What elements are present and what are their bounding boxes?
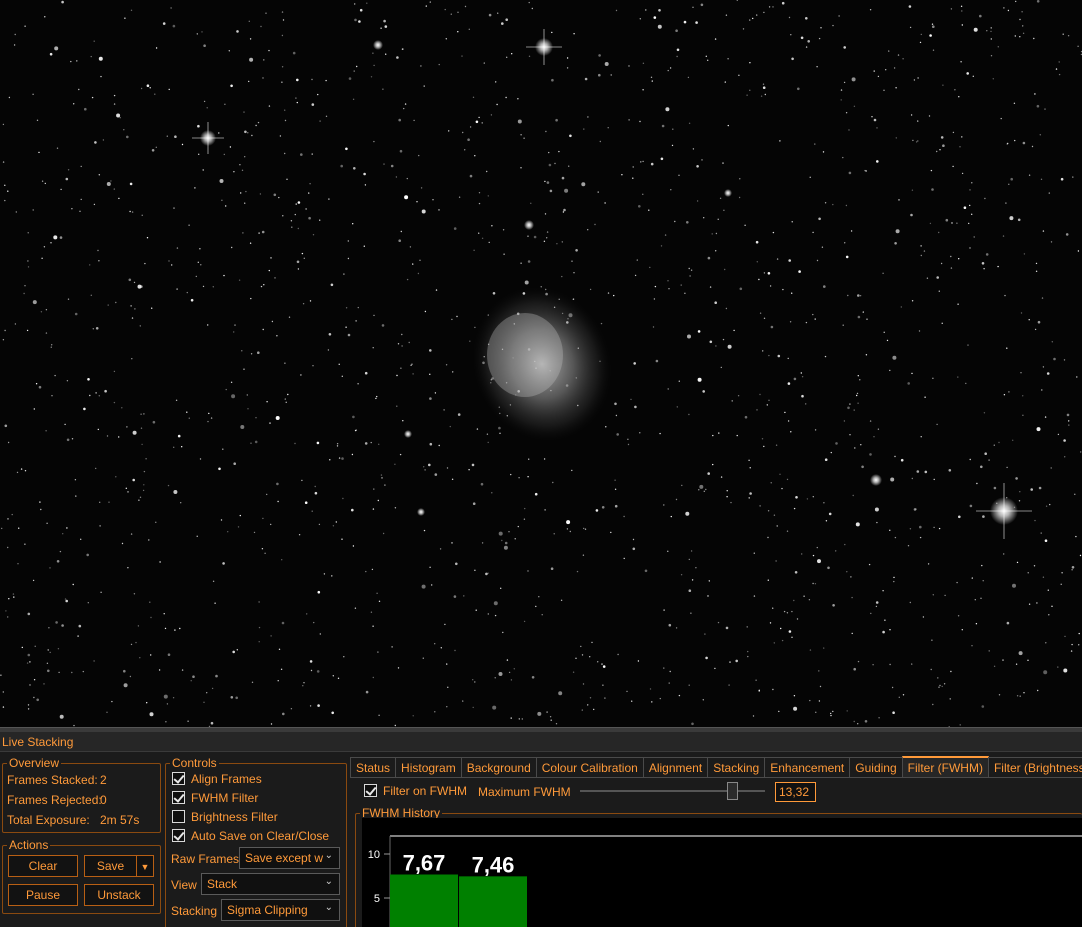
total-exposure-label: Total Exposure: xyxy=(7,813,90,827)
maximum-fwhm-input[interactable]: 13,32 xyxy=(775,782,816,802)
stacked-image-viewport[interactable] xyxy=(0,0,1082,727)
chevron-down-icon: ⌄ xyxy=(324,902,333,913)
fwhm-bar-value-label: 7,67 xyxy=(403,851,446,876)
fwhm-bar xyxy=(459,876,527,927)
tab-guiding[interactable]: Guiding xyxy=(849,757,903,777)
frames-stacked-value: 2 xyxy=(100,773,107,787)
save-dropdown-button[interactable]: ▼ xyxy=(136,855,154,877)
fwhm-history-chart: 10 5 7,67 7,46 xyxy=(362,818,1082,927)
align-frames-label: Align Frames xyxy=(191,772,262,786)
checkbox-icon[interactable] xyxy=(172,829,185,842)
maximum-fwhm-label: Maximum FWHM xyxy=(478,785,571,799)
filter-on-fwhm-label: Filter on FWHM xyxy=(383,784,467,798)
filter-on-fwhm-checkbox[interactable]: Filter on FWHM xyxy=(364,784,467,798)
unstack-button[interactable]: Unstack xyxy=(84,884,154,906)
panel-title: Live Stacking xyxy=(0,732,1082,752)
tab-colour-calibration[interactable]: Colour Calibration xyxy=(535,757,644,777)
tab-alignment[interactable]: Alignment xyxy=(642,757,709,777)
controls-legend: Controls xyxy=(172,756,217,770)
tab-filter-brightness[interactable]: Filter (Brightness xyxy=(987,757,1082,777)
frames-rejected-label: Frames Rejected: xyxy=(7,793,102,807)
align-frames-checkbox[interactable]: Align Frames xyxy=(172,772,262,786)
tab-status[interactable]: Status xyxy=(350,757,397,777)
fwhm-bar-value-label: 7,46 xyxy=(472,852,515,877)
tab-filter-fwhm[interactable]: Filter (FWHM) xyxy=(901,756,989,777)
total-exposure-value: 2m 57s xyxy=(100,813,140,827)
pause-button[interactable]: Pause xyxy=(8,884,78,906)
raw-frames-select[interactable]: Save except w ⌄ xyxy=(239,847,340,869)
auto-save-label: Auto Save on Clear/Close xyxy=(191,829,330,843)
stacking-value: Sigma Clipping xyxy=(227,903,308,917)
brightness-filter-label: Brightness Filter xyxy=(191,810,278,824)
star-field-image xyxy=(0,0,1082,727)
chevron-down-icon: ⌄ xyxy=(324,876,333,887)
auto-save-checkbox[interactable]: Auto Save on Clear/Close xyxy=(172,829,329,843)
view-select[interactable]: Stack ⌄ xyxy=(201,873,340,895)
clear-button[interactable]: Clear xyxy=(8,855,78,877)
fwhm-filter-label: FWHM Filter xyxy=(191,791,259,805)
frames-stacked-label: Frames Stacked: xyxy=(7,773,98,787)
raw-frames-value: Save except w xyxy=(245,851,324,865)
checkbox-icon[interactable] xyxy=(172,810,185,823)
tab-histogram[interactable]: Histogram xyxy=(395,757,462,777)
y-tick-label: 5 xyxy=(374,893,380,905)
tab-stacking[interactable]: Stacking xyxy=(707,757,766,777)
stacking-select[interactable]: Sigma Clipping ⌄ xyxy=(221,899,340,921)
chevron-down-icon: ⌄ xyxy=(324,850,333,861)
brightness-filter-checkbox[interactable]: Brightness Filter xyxy=(172,810,278,824)
overview-legend: Overview xyxy=(9,756,60,770)
save-button[interactable]: Save xyxy=(84,855,137,877)
fwhm-history-chart-svg: 10 5 7,67 7,46 xyxy=(368,835,1082,927)
checkbox-icon[interactable] xyxy=(172,772,185,785)
frames-rejected-value: 0 xyxy=(100,793,107,807)
view-value: Stack xyxy=(207,877,238,891)
tab-background[interactable]: Background xyxy=(460,757,537,777)
stacking-label: Stacking xyxy=(171,904,218,918)
raw-frames-label: Raw Frames xyxy=(171,852,240,866)
checkbox-icon[interactable] xyxy=(364,784,377,797)
actions-legend: Actions xyxy=(9,838,49,852)
tab-bar: Status Histogram Background Colour Calibrat… xyxy=(350,756,1082,778)
checkbox-icon[interactable] xyxy=(172,791,185,804)
chevron-down-icon: ▼ xyxy=(140,862,150,872)
maximum-fwhm-slider-thumb[interactable] xyxy=(726,782,738,800)
view-label: View xyxy=(171,878,197,892)
live-stacking-panel: Live Stacking Overview Frames Stacked: 2… xyxy=(0,732,1082,927)
tab-enhancement[interactable]: Enhancement xyxy=(764,757,851,777)
fwhm-filter-checkbox[interactable]: FWHM Filter xyxy=(172,791,258,805)
fwhm-bar xyxy=(390,874,458,927)
y-tick-label: 10 xyxy=(368,849,380,861)
